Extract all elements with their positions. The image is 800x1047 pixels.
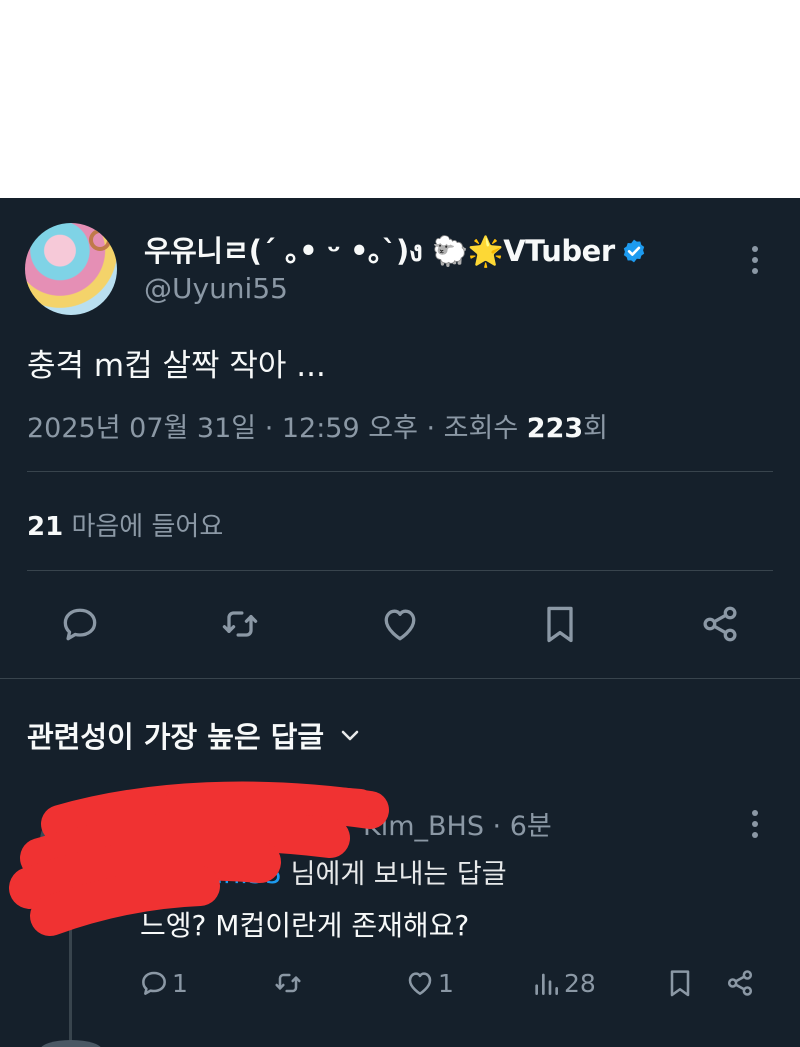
replying-to: yuni55 님에게 보내는 답글 (145, 852, 507, 891)
author-avatar[interactable] (25, 223, 117, 315)
thread-line (69, 882, 72, 1042)
likes-summary[interactable]: 21 마음에 들어요 (27, 506, 223, 543)
more-options-icon[interactable] (750, 246, 760, 280)
tweet-meta: 2025년 07월 31일 · 12:59 오후 · 조회수 223회 (27, 406, 608, 445)
white-margin (0, 0, 800, 198)
verified-badge-icon (623, 239, 644, 263)
next-reply-avatar[interactable] (40, 1040, 102, 1047)
reply-bookmark-button[interactable] (664, 966, 696, 1000)
reply-share-button[interactable] (724, 966, 756, 1000)
likes-count: 21 (27, 512, 64, 542)
reply-reply-count: 1 (172, 968, 188, 998)
reply-reply-button[interactable]: 1 (138, 966, 188, 1000)
share-button[interactable] (698, 602, 742, 646)
author-display-name[interactable]: 우유니ㄹ(´ ｡• ᵕ •｡`)ง 🐑🌟VTuber (144, 228, 615, 274)
reply-button[interactable] (58, 602, 102, 646)
divider (27, 471, 773, 472)
divider (0, 678, 800, 679)
divider (27, 570, 773, 571)
replies-sort-label: 관련성이 가장 높은 답글 (27, 720, 325, 754)
views-chart-icon (535, 973, 558, 995)
view-count-suffix: 회 (583, 413, 608, 444)
retweet-button[interactable] (218, 602, 262, 646)
reply-more-options-icon[interactable] (750, 810, 760, 844)
retweet-icon (222, 611, 258, 637)
reply-like-count: 1 (438, 968, 454, 998)
reply-text: 느엥? M컵이란게 존재해요? (140, 909, 470, 942)
tweet-text: 충격 m컵 살짝 작아 ... (27, 348, 326, 384)
reply-handle-time[interactable]: Kim_BHS · 6분 (145, 804, 552, 843)
reply-retweet-button[interactable] (272, 966, 304, 1000)
reply-icon (63, 608, 97, 641)
share-icon (703, 606, 737, 642)
reply-like-button[interactable]: 1 (404, 966, 454, 1000)
reply-views-button[interactable]: 28 (530, 966, 596, 1000)
reply-icon (142, 971, 166, 995)
reply-author-avatar[interactable] (40, 810, 102, 872)
tweet-detail-panel: 우유니ㄹ(´ ｡• ᵕ •｡`)ง 🐑🌟VTuber @Uyuni55 충격 m… (0, 198, 800, 1047)
bookmark-icon (670, 970, 690, 997)
like-button[interactable] (378, 602, 422, 646)
heart-icon (384, 609, 416, 641)
bookmark-icon (547, 606, 573, 643)
tweet-timestamp[interactable]: 2025년 07월 31일 · 12:59 오후 · 조회수 (27, 413, 527, 444)
likes-label: 마음에 들어요 (63, 512, 224, 542)
reply-to-mention[interactable]: yuni55 (190, 859, 282, 890)
author-name-row[interactable]: 우유니ㄹ(´ ｡• ᵕ •｡`)ง 🐑🌟VTuber (144, 228, 647, 274)
heart-icon (408, 972, 432, 995)
retweet-icon (275, 973, 301, 993)
view-count: 223 (526, 413, 584, 444)
replies-sort-dropdown[interactable]: 관련성이 가장 높은 답글 (27, 714, 362, 756)
reply-view-count: 28 (564, 968, 596, 998)
reply-to-suffix: 님에게 보내는 답글 (282, 859, 507, 890)
bookmark-button[interactable] (538, 602, 582, 646)
chevron-down-icon (341, 730, 359, 741)
author-handle[interactable]: @Uyuni55 (144, 272, 288, 305)
share-icon (727, 970, 753, 996)
